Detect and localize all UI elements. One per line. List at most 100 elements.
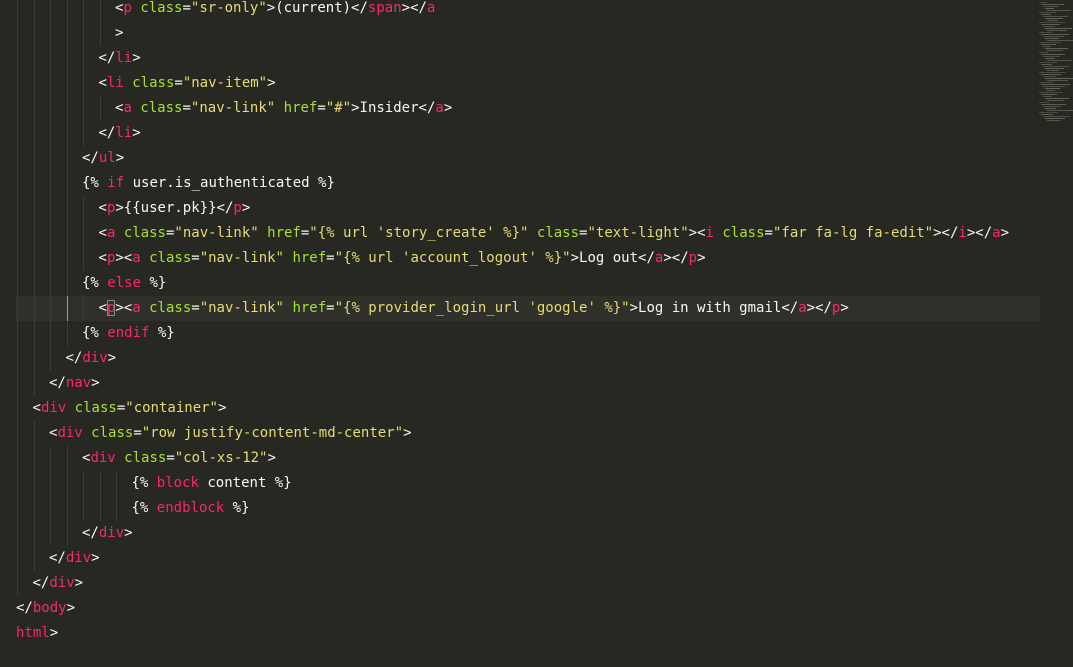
tag-name-token: i: [958, 225, 967, 241]
code-line[interactable]: {% if user.is_authenticated %}: [0, 171, 1040, 196]
code-token: =: [191, 250, 200, 266]
code-token: >: [49, 625, 59, 641]
tag-name-token: span: [367, 0, 402, 16]
tag-name-token: div: [40, 400, 67, 416]
indent-guide: [17, 496, 19, 521]
code-line[interactable]: <p>{{user.pk}}</p>: [0, 196, 1040, 221]
code-line[interactable]: <div class="row justify-content-md-cente…: [0, 421, 1040, 446]
string-token: "container": [125, 400, 218, 416]
indent-guide: [33, 321, 36, 346]
code-text: </body>: [16, 596, 75, 621]
minimap-line: [1045, 118, 1065, 119]
code-line[interactable]: </body>: [0, 596, 1040, 621]
keyword-token: block: [156, 475, 199, 491]
code-line[interactable]: </nav>: [0, 371, 1040, 396]
code-token: =: [166, 450, 175, 466]
indent-guide: [66, 46, 69, 71]
code-line[interactable]: <li class="nav-item">: [0, 71, 1040, 96]
tag-name-token: div: [82, 350, 108, 366]
indent-guide: [83, 296, 85, 321]
code-editor[interactable]: <p class="sr-only">(current)</span></a > <…: [0, 0, 1073, 667]
minimap-line: [1047, 110, 1073, 111]
code-line[interactable]: </li>: [0, 46, 1040, 71]
code-line[interactable]: </div>: [0, 546, 1040, 571]
code-line[interactable]: <div class="col-xs-12">: [0, 446, 1040, 471]
code-area[interactable]: <p class="sr-only">(current)</span></a > <…: [0, 0, 1040, 667]
code-line[interactable]: </li>: [0, 121, 1040, 146]
code-line[interactable]: {% endif %}: [0, 321, 1040, 346]
minimap-line: [1043, 96, 1052, 97]
attribute-token: href: [292, 300, 327, 316]
code-line[interactable]: >: [0, 21, 1040, 46]
code-text: </li>: [99, 121, 141, 146]
minimap-line: [1047, 50, 1063, 51]
indent-guide: [83, 121, 85, 146]
indent-guide: [50, 521, 52, 546]
indent-guide: [33, 221, 36, 246]
code-token: </: [98, 50, 116, 66]
minimap[interactable]: [1037, 0, 1073, 130]
indent-guide: [66, 96, 69, 121]
minimap-line: [1045, 18, 1063, 19]
code-token: >: [132, 50, 141, 66]
indent-guide: [50, 346, 52, 371]
code-token: ></: [806, 300, 832, 316]
code-line[interactable]: {% block content %}: [0, 471, 1040, 496]
indent-guide: [33, 371, 36, 396]
indent-guide: [17, 371, 19, 396]
tag-name-token: div: [90, 450, 116, 466]
indent-guide: [50, 146, 52, 171]
code-token: >: [217, 400, 227, 416]
code-token: content %}: [198, 475, 292, 491]
code-token: >: [443, 100, 453, 116]
minimap-line: [1041, 64, 1052, 65]
code-token: </: [65, 350, 83, 366]
code-token: ><: [115, 250, 133, 266]
indent-guide: [33, 296, 36, 321]
minimap-line: [1047, 10, 1071, 11]
code-line[interactable]: </div>: [0, 346, 1040, 371]
code-line[interactable]: </div>: [0, 521, 1040, 546]
code-line[interactable]: <p><a class="nav-link" href="{% url 'acc…: [0, 246, 1040, 271]
indent-guide: [50, 71, 52, 96]
code-token: <: [98, 300, 107, 316]
code-line[interactable]: <a class="nav-link" href="{% url 'story_…: [0, 221, 1040, 246]
code-token: {%: [131, 475, 157, 491]
attribute-token: href: [283, 100, 318, 116]
attribute-token: class: [124, 450, 167, 466]
code-token: >: [840, 300, 849, 316]
string-token: "#": [325, 100, 352, 116]
minimap-line: [1041, 24, 1060, 25]
code-line[interactable]: html>: [0, 621, 1040, 646]
minimap-line: [1043, 66, 1069, 67]
string-token: "nav-link": [190, 100, 276, 116]
code-line[interactable]: <a class="nav-link" href="#">Insider</a>: [0, 96, 1040, 121]
minimap-line: [1039, 22, 1065, 23]
code-text: </ul>: [82, 146, 124, 171]
code-line[interactable]: <p class="sr-only">(current)</span></a: [0, 0, 1040, 21]
attribute-token: class: [123, 225, 166, 241]
indent-guide: [66, 121, 69, 146]
indent-guide: [33, 471, 36, 496]
code-line[interactable]: </ul>: [0, 146, 1040, 171]
code-line[interactable]: {% else %}: [0, 271, 1040, 296]
code-line[interactable]: {% endblock %}: [0, 496, 1040, 521]
attribute-token: class: [140, 0, 183, 16]
tag-name-token: a: [132, 300, 141, 316]
string-token: "nav-link": [199, 300, 284, 316]
indent-guide: [50, 271, 52, 296]
code-token: >: [115, 25, 124, 41]
indent-guide: [33, 71, 36, 96]
indent-guide: [66, 196, 69, 221]
code-line[interactable]: <div class="container">: [0, 396, 1040, 421]
code-text: </li>: [99, 46, 141, 71]
code-token: ></: [933, 225, 959, 241]
indent-guide: [33, 46, 36, 71]
code-text: {% block content %}: [132, 471, 292, 496]
code-line[interactable]: </div>: [0, 571, 1040, 596]
minimap-line: [1043, 116, 1070, 117]
code-token: %}: [141, 275, 167, 291]
code-token: {%: [82, 325, 108, 341]
active-code-line[interactable]: <p><a class="nav-link" href="{% provider…: [16, 296, 1040, 321]
